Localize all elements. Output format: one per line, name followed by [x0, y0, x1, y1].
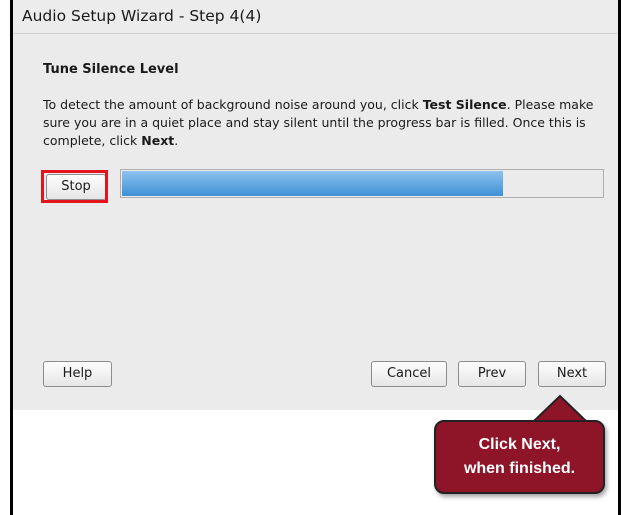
prev-button[interactable]: Prev	[458, 361, 526, 387]
stop-button[interactable]: Stop	[46, 174, 106, 200]
audio-setup-wizard-window: Audio Setup Wizard - Step 4(4) Tune Sile…	[10, 0, 621, 515]
step-heading: Tune Silence Level	[43, 62, 179, 77]
instructions-next: Next	[141, 133, 175, 148]
window-title: Audio Setup Wizard - Step 4(4)	[13, 0, 618, 34]
next-button[interactable]: Next	[538, 361, 606, 387]
help-button[interactable]: Help	[43, 361, 112, 387]
callout-line-2: when finished.	[463, 460, 576, 477]
progress-bar-fill	[122, 171, 503, 196]
click-next-callout: Click Next, when finished.	[434, 420, 605, 494]
instructions-part3: .	[174, 133, 179, 148]
wizard-body: Tune Silence Level To detect the amount …	[13, 34, 618, 410]
instructions-part1: To detect the amount of background noise…	[43, 97, 423, 112]
instructions-text: To detect the amount of background noise…	[43, 96, 613, 150]
callout-pointer	[531, 394, 589, 422]
cancel-button[interactable]: Cancel	[371, 361, 447, 387]
callout-line-1: Click Next,	[478, 436, 561, 453]
silence-progress-bar	[120, 169, 604, 198]
instructions-test-silence: Test Silence	[422, 97, 507, 112]
